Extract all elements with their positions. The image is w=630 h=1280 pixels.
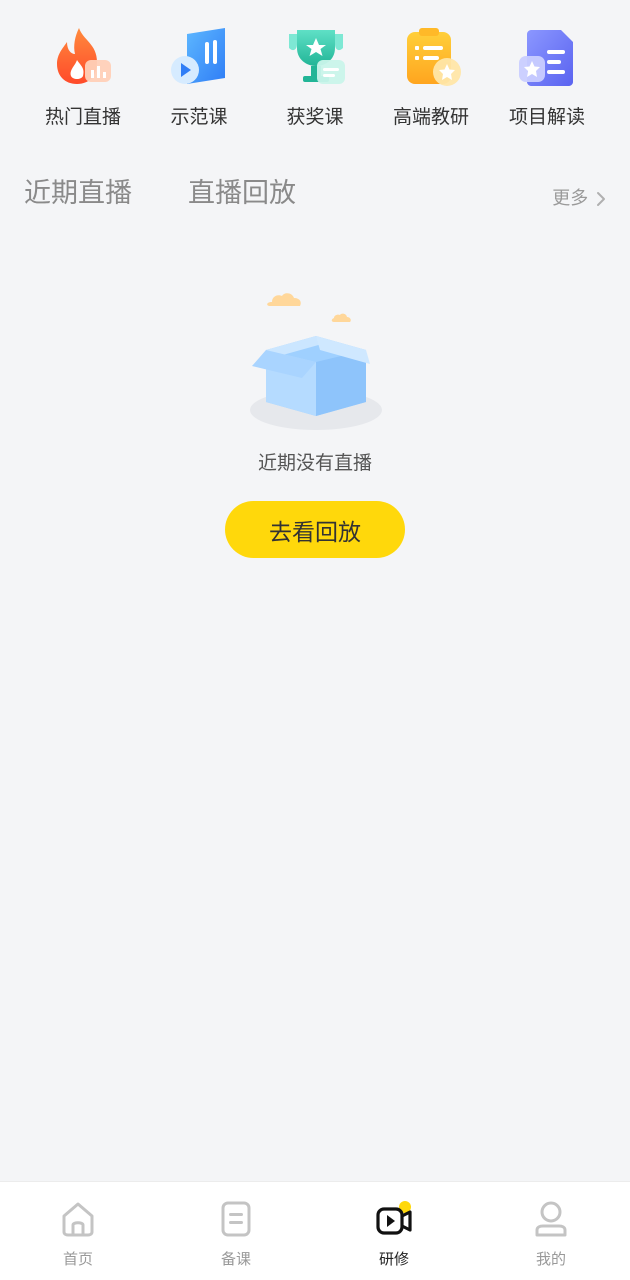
flame-chart-icon — [57, 28, 111, 84]
quick-entry-label: 示范课 — [170, 106, 228, 128]
nav-label: 备课 — [220, 1250, 251, 1268]
empty-state-message: 近期没有直播 — [257, 452, 372, 474]
quick-entry-row: 热门直播 示范课 获奖课 高端教研 项目解读 — [0, 24, 630, 134]
trophy-icon — [289, 30, 345, 84]
video-play-icon — [171, 28, 225, 84]
bottom-nav: 首页 备课 研修 我的 — [0, 1181, 630, 1280]
user-icon — [535, 1201, 567, 1237]
more-link-label: 更多 — [552, 188, 589, 209]
quick-entry-award-class[interactable]: 获奖课 — [257, 24, 373, 134]
tab-recent-live[interactable]: 近期直播 — [24, 172, 132, 216]
quick-entry-label: 高端教研 — [392, 106, 469, 128]
nav-label: 首页 — [62, 1250, 93, 1268]
nav-label: 我的 — [535, 1250, 566, 1268]
research-page: 热门直播 示范课 获奖课 高端教研 项目解读 近期直播 直播回放 更多 近期没有… — [0, 0, 630, 1280]
document-star-icon — [519, 30, 573, 86]
quick-entry-project-guide[interactable]: 项目解读 — [489, 24, 605, 134]
quick-entry-label: 热门直播 — [44, 106, 121, 128]
empty-box-illustration — [250, 293, 382, 430]
clipboard-star-icon — [407, 28, 461, 86]
nav-item-home[interactable]: 首页 — [18, 1182, 138, 1280]
quick-entry-label: 项目解读 — [508, 106, 585, 128]
go-watch-replay-button[interactable]: 去看回放 — [225, 501, 405, 558]
nav-label: 研修 — [378, 1250, 409, 1268]
lesson-doc-icon — [221, 1201, 251, 1237]
video-camera-icon — [376, 1201, 412, 1235]
nav-item-lesson-prep[interactable]: 备课 — [176, 1182, 296, 1280]
home-icon — [62, 1202, 94, 1237]
tab-live-replay[interactable]: 直播回放 — [188, 172, 296, 216]
nav-item-research[interactable]: 研修 — [334, 1182, 454, 1280]
quick-entry-demo-class[interactable]: 示范课 — [141, 24, 257, 134]
nav-item-profile[interactable]: 我的 — [491, 1182, 611, 1280]
chevron-right-icon — [597, 192, 605, 206]
more-link[interactable]: 更多 — [552, 186, 606, 212]
quick-entry-label: 获奖课 — [286, 106, 344, 128]
quick-entry-advanced-research[interactable]: 高端教研 — [373, 24, 489, 134]
quick-entry-hot-live[interactable]: 热门直播 — [25, 24, 141, 134]
live-tabs: 近期直播 直播回放 更多 — [0, 172, 630, 220]
